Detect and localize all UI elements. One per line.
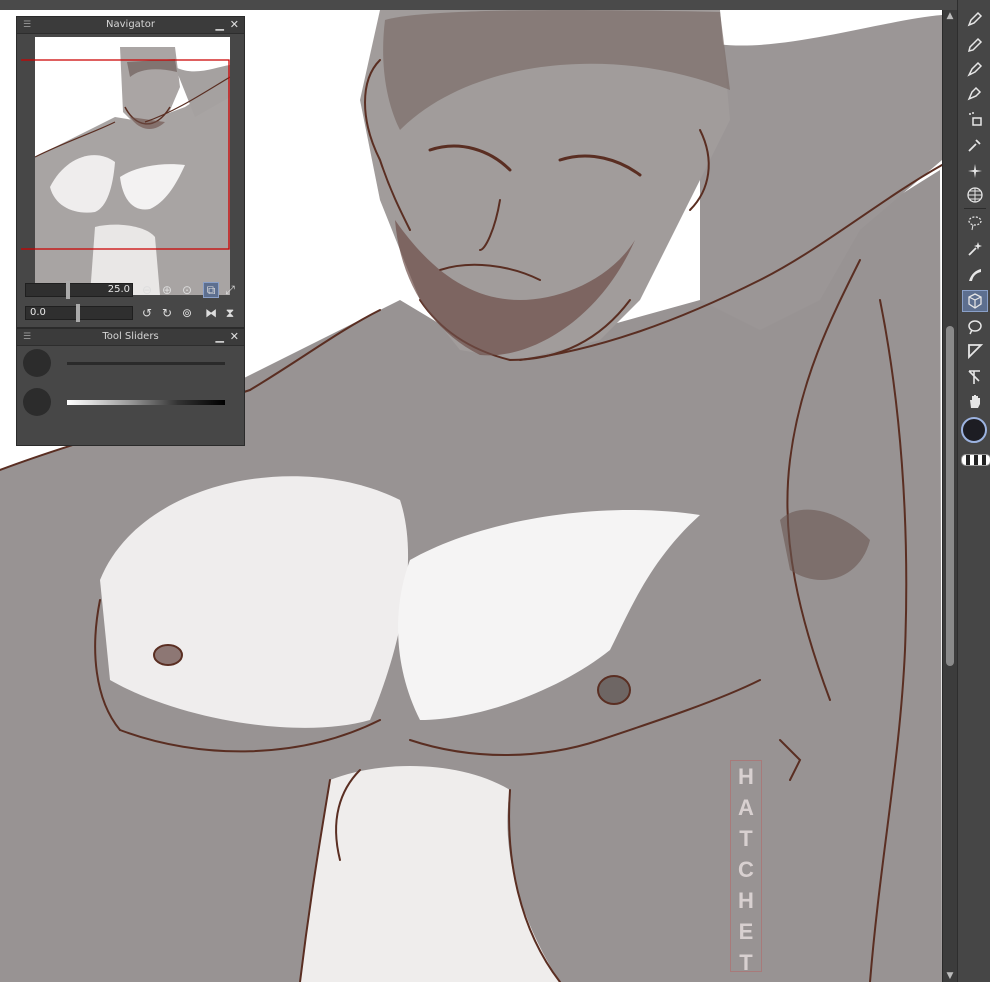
pen-icon[interactable] (962, 8, 988, 30)
tool-sliders-panel: ☰ Tool Sliders ▁ ✕ (16, 328, 245, 446)
watermark-letter: C (738, 857, 754, 882)
pencil-icon[interactable] (962, 34, 988, 56)
zoom-out-icon[interactable]: ⊖ (139, 282, 155, 298)
cube-move-icon[interactable] (962, 290, 988, 312)
arrow-select-icon[interactable] (962, 366, 988, 388)
scrollbar-thumb[interactable] (946, 326, 954, 666)
navigator-view-frame[interactable] (21, 59, 233, 251)
opacity-slider-row[interactable] (23, 388, 238, 418)
rotate-left-icon[interactable]: ↺ (139, 305, 155, 321)
rotation-slider[interactable]: 0.0 (25, 304, 133, 322)
zoom-slider[interactable]: 25.0 (25, 281, 133, 299)
vertical-scrollbar[interactable]: ▲ ▼ (942, 10, 957, 982)
zoom-slider-knob[interactable] (66, 281, 70, 299)
toolbar-separator (964, 208, 986, 209)
magic-wand-icon[interactable] (962, 238, 988, 260)
close-icon[interactable]: ✕ (230, 17, 239, 33)
brush-icon[interactable] (962, 58, 988, 80)
panel-grip-icon[interactable]: ☰ (23, 329, 31, 345)
tool-sliders-title: Tool Sliders (102, 331, 159, 342)
panel-grip-icon[interactable]: ☰ (23, 17, 31, 33)
scroll-down-icon[interactable]: ▼ (943, 970, 957, 982)
watermark-letter: T (739, 826, 753, 851)
lasso-select-icon[interactable] (962, 212, 988, 234)
fit-to-navigator-icon[interactable]: ⧉ (203, 282, 219, 298)
opacity-preview (23, 388, 51, 416)
rotate-right-icon[interactable]: ↻ (159, 305, 175, 321)
minimize-icon[interactable]: ▁ (216, 329, 224, 345)
airbrush-icon[interactable] (962, 108, 988, 130)
flip-horizontal-icon[interactable]: ⧓ (203, 305, 219, 321)
watermark-letter: H (738, 764, 754, 789)
watermark-letter: A (738, 795, 754, 820)
zoom-value: 25.0 (107, 284, 130, 295)
top-strip (0, 0, 990, 10)
navigator-title: Navigator (106, 19, 155, 30)
hatchet-watermark: H A T C H E T (730, 760, 762, 975)
transparent-color-swatch[interactable] (961, 454, 990, 466)
navigator-titlebar[interactable]: ☰ Navigator ▁ ✕ (17, 17, 244, 34)
minimize-icon[interactable]: ▁ (216, 17, 224, 33)
brush-size-slider-row[interactable] (23, 349, 238, 379)
close-icon[interactable]: ✕ (230, 329, 239, 345)
ruler-icon[interactable] (962, 340, 988, 362)
opacity-slider[interactable] (67, 400, 225, 405)
watermark-letter: T (739, 950, 753, 975)
hand-icon[interactable] (962, 390, 988, 412)
tool-sliders-titlebar[interactable]: ☰ Tool Sliders ▁ ✕ (17, 329, 244, 346)
navigator-panel: ☰ Navigator ▁ ✕ 25.0 ⊖ ⊕ ⊙ ⧉ ⤢ 0.0 ↺ ↻ ⊚… (16, 16, 245, 328)
main-color-swatch[interactable] (958, 414, 990, 446)
rotation-value: 0.0 (30, 307, 46, 318)
main-color-ring (961, 417, 987, 443)
stop-icon[interactable]: ⊙ (179, 282, 195, 298)
reset-rotation-icon[interactable]: ⊚ (179, 305, 195, 321)
tool-palette (957, 0, 990, 982)
watermark-letter: H (738, 888, 754, 913)
zoom-in-icon[interactable]: ⊕ (159, 282, 175, 298)
ink-pen-icon[interactable] (962, 82, 988, 104)
brush-size-preview (23, 349, 51, 377)
grid-icon[interactable] (962, 184, 988, 206)
eyedropper-icon[interactable] (962, 134, 988, 156)
lasso-icon[interactable] (962, 316, 988, 338)
scroll-up-icon[interactable]: ▲ (943, 10, 957, 22)
sparkle-icon[interactable] (962, 160, 988, 182)
brush-size-slider[interactable] (67, 362, 225, 365)
rotation-slider-knob[interactable] (76, 304, 80, 322)
watermark-letter: E (738, 919, 754, 944)
fit-to-window-icon[interactable]: ⤢ (222, 282, 238, 298)
blend-icon[interactable] (962, 264, 988, 286)
flip-vertical-icon[interactable]: ⧗ (222, 305, 238, 321)
